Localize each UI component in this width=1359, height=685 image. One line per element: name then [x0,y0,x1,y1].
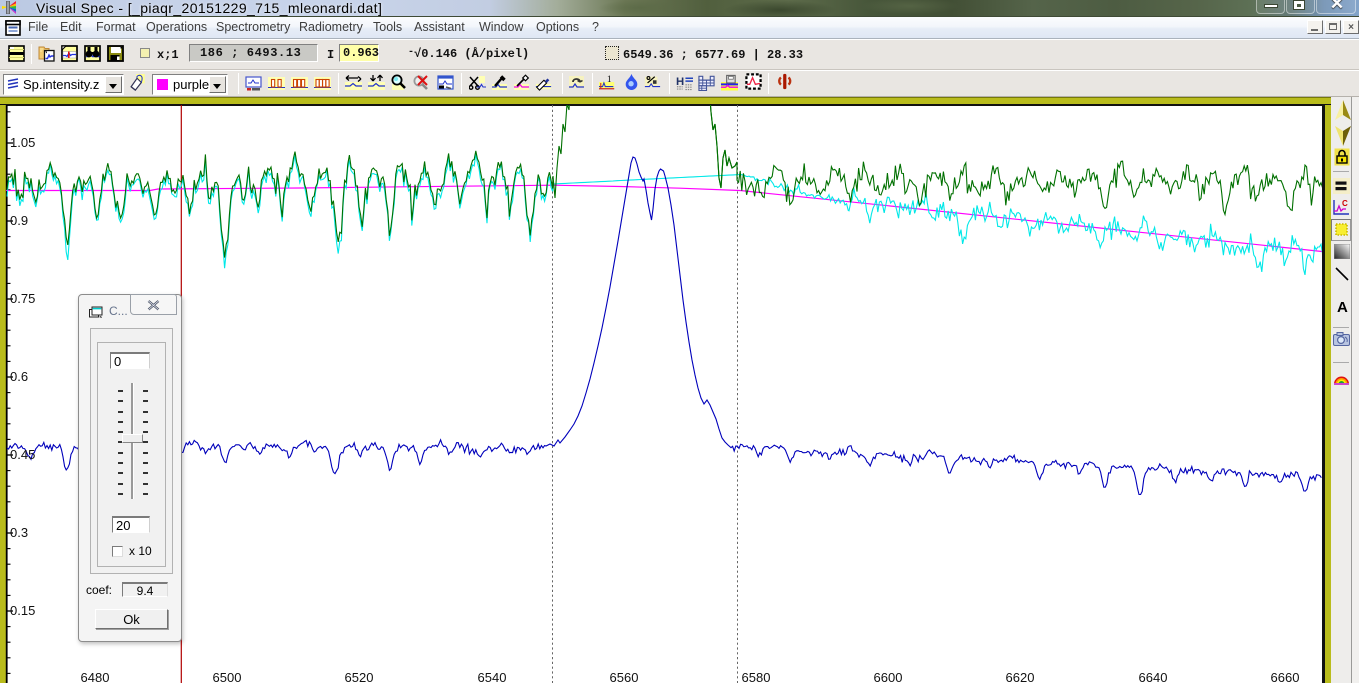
svg-text:C: C [1342,199,1348,208]
svg-text:1: 1 [607,74,611,84]
svg-text:H: H [676,76,684,88]
